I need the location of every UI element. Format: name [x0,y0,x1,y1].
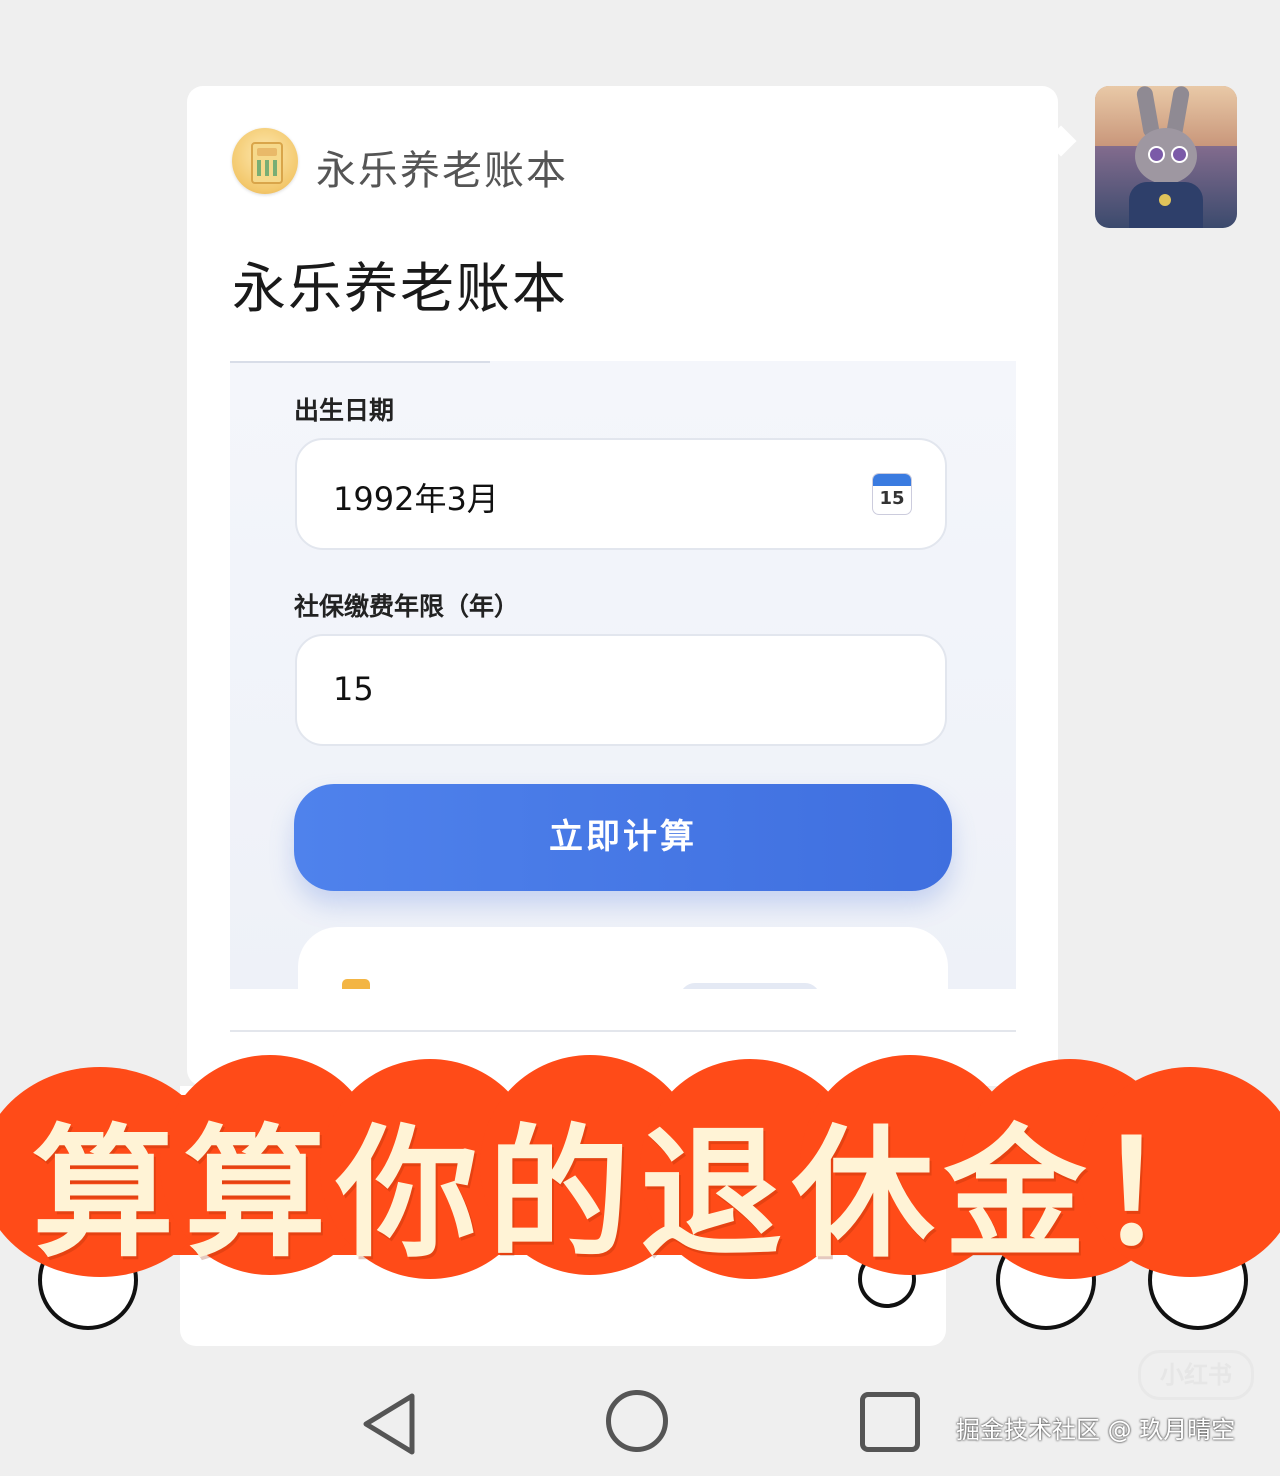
tips-icon [342,979,370,989]
avatar[interactable] [1095,86,1237,228]
contribution-years-label: 社保缴费年限（年） [294,592,520,621]
birth-date-field[interactable]: 1992年3月 15 [295,438,947,550]
calendar-icon[interactable]: 15 [873,474,911,514]
page-title: 永乐养老账本 [232,257,568,320]
contribution-years-field[interactable]: 15 [295,634,947,746]
calculate-button[interactable]: 立即计算 [294,784,952,891]
back-nav-icon[interactable] [358,1390,420,1458]
calendar-day: 15 [879,488,905,509]
contribution-years-value: 15 [333,670,374,708]
birth-date-value: 1992年3月 [333,480,499,518]
xiaohongshu-watermark-logo: 小红书 [1138,1350,1254,1400]
birth-date-label: 出生日期 [294,396,395,425]
divider [230,1030,1016,1032]
app-logo-icon [232,128,298,194]
form-panel: 出生日期 1992年3月 15 社保缴费年限（年） 15 立即计算 [230,361,1016,989]
home-nav-icon[interactable] [606,1390,668,1452]
recent-apps-nav-icon[interactable] [860,1392,920,1452]
tips-pill [680,983,820,989]
tips-card[interactable] [298,927,948,989]
mini-program-name[interactable]: 永乐养老账本 [316,138,568,196]
banner-title: 算算你的退休金！ [32,1111,1248,1277]
credit-watermark: 掘金技术社区 @ 玖月晴空 [956,1416,1236,1444]
